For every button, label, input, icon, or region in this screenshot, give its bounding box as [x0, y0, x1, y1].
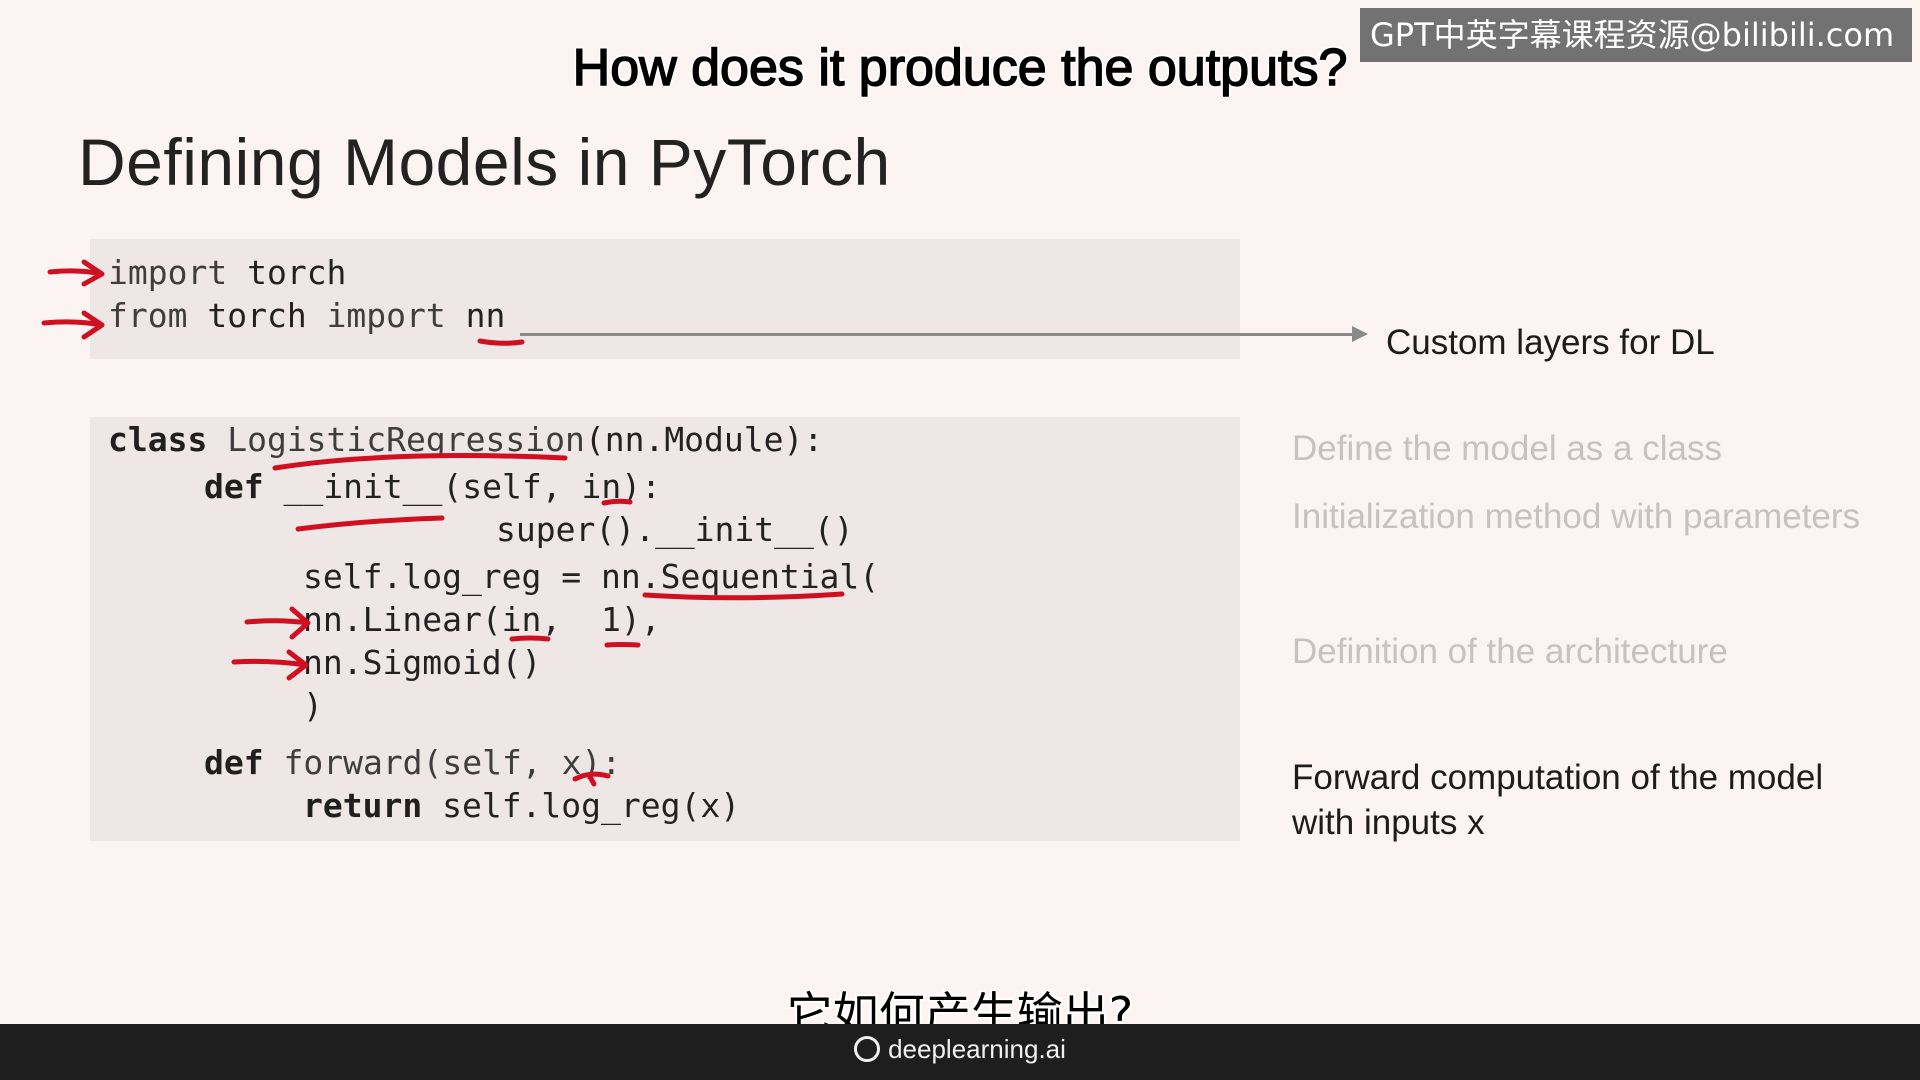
deeplearning-logo-icon — [854, 1036, 881, 1062]
forward-x-mark — [572, 771, 611, 787]
linear-arrow-icon — [244, 606, 311, 640]
nn-underline — [477, 338, 525, 346]
slide: Defining Models in PyTorch import torch … — [0, 0, 1920, 1024]
from-torch-arrow-icon — [41, 310, 105, 340]
init-underline — [295, 515, 445, 532]
linear-in-underline — [509, 635, 551, 642]
linear-one-underline — [604, 642, 641, 648]
subtitle-english: How does it produce the outputs? — [572, 38, 1348, 98]
import-torch-arrow-icon — [47, 259, 105, 287]
in-param-underline — [601, 498, 633, 506]
footer-brand: deeplearning.ai — [0, 1034, 1920, 1065]
footer-brand-text: deeplearning.ai — [888, 1034, 1066, 1064]
annotation-overlay — [41, 259, 845, 787]
sequential-underline — [642, 591, 845, 601]
logistic-underline — [272, 453, 568, 471]
sigmoid-arrow-icon — [231, 649, 309, 681]
